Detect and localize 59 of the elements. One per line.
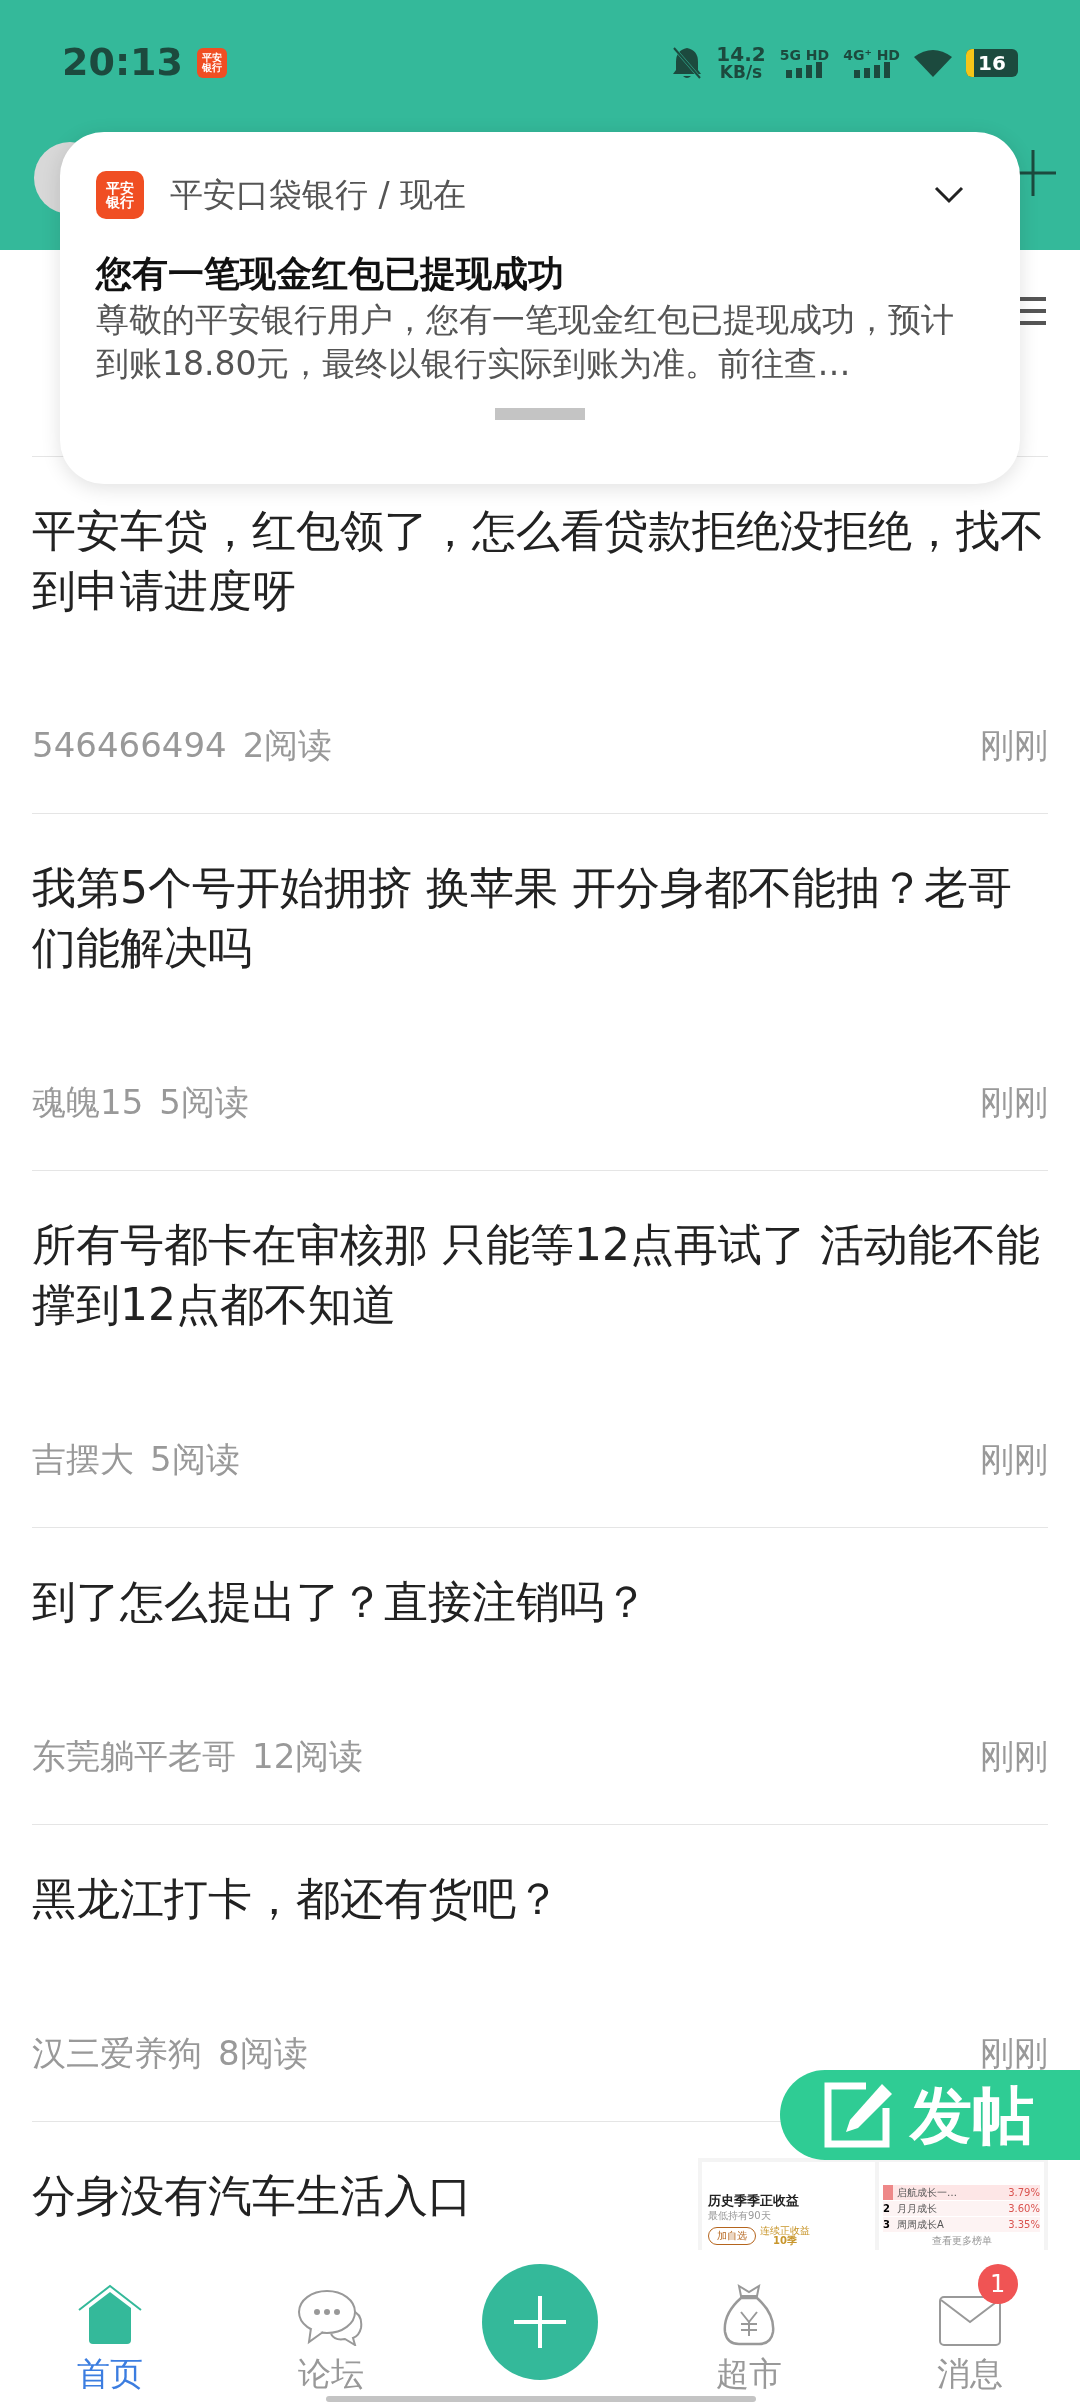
- fund-rate: 3.35%: [1008, 2218, 1040, 2232]
- rank-medal-icon: [883, 2185, 893, 2200]
- post-author: 546466494: [32, 725, 227, 765]
- read-count: 2阅读: [242, 725, 333, 765]
- rank-number: 3: [883, 2218, 891, 2232]
- bell-off-icon: [672, 45, 703, 80]
- post-author: 东莞躺平老哥: [32, 1736, 236, 1776]
- drag-handle[interactable]: [495, 407, 585, 420]
- status-time: 20:13: [62, 39, 183, 86]
- post-author: 汉三爱养狗: [32, 2033, 202, 2073]
- app-logo: 平安 银行: [96, 170, 144, 219]
- rank-number: 2: [883, 2202, 891, 2216]
- notification-card[interactable]: 平安 银行 平安口袋银行 / 现在 您有一笔现金红包已提现成功 尊敬的平安银行用户，您有一笔现金红包已提现成功，预计到账18.80元，最终以银行实际到账为准。前往查…: [60, 132, 1020, 484]
- edit-icon: [824, 2082, 894, 2148]
- ad-title: 历史季季正收益: [708, 2193, 800, 2210]
- post-author: 吉摆大: [32, 1439, 134, 1479]
- net-speed: 14.2: [716, 44, 766, 64]
- post-title[interactable]: 黑龙江打卡，都还有货吧？: [32, 1869, 1048, 1929]
- network-label: 5G HD: [779, 47, 830, 62]
- ad-banner[interactable]: 历史季季正收益 最低持有90天 加自选 连续正收益 10季 启航成长一… 3.79% 2 月月成长 3.60% 3 周周成长A 3.35% 查看更多榜单: [698, 2158, 1048, 2250]
- fund-name: 启航成长一…: [897, 2186, 958, 2200]
- network-label: 4G⁺ HD: [843, 47, 900, 62]
- read-count: 5阅读: [150, 1439, 240, 1479]
- post-title[interactable]: 分身没有汽车生活入口: [32, 2166, 678, 2226]
- wifi-icon: [914, 48, 952, 77]
- read-count: 12阅读: [252, 1736, 364, 1776]
- home-icon: [77, 2284, 144, 2346]
- unread-badge: 1: [977, 2264, 1018, 2304]
- fund-rate: 3.79%: [1008, 2186, 1040, 2200]
- signal-icon: [853, 61, 890, 78]
- mail-icon: [938, 2296, 1001, 2346]
- post-time: 刚刚: [980, 1439, 1048, 1479]
- plus-icon: [482, 2264, 598, 2380]
- post-time: 刚刚: [980, 2033, 1048, 2073]
- notification-body: 尊敬的平安银行用户，您有一笔现金红包已提现成功，预计到账18.80元，最终以银行实际到账为准。前往查…: [96, 298, 955, 385]
- post-title[interactable]: 我第5个号开始拥挤 换苹果 开分身都不能抽？老哥们能解决吗: [32, 858, 1048, 978]
- read-count: 8阅读: [218, 2033, 308, 2073]
- chevron-down-icon[interactable]: [934, 185, 964, 204]
- notification-title: 您有一笔现金红包已提现成功: [96, 251, 565, 296]
- battery-level: 16: [978, 49, 1006, 77]
- signal-icon: [786, 61, 823, 78]
- badge-label: 连续正收益: [760, 2226, 810, 2236]
- post-author: 魂魄15: [32, 1082, 144, 1122]
- fund-rate: 3.60%: [1008, 2202, 1040, 2216]
- post-time: 刚刚: [980, 1082, 1048, 1122]
- badge-value: 10季: [773, 2236, 797, 2246]
- post-title[interactable]: 平安车贷，红包领了，怎么看贷款拒绝没拒绝，找不到申请进度呀: [32, 501, 1048, 621]
- post-time: 刚刚: [980, 725, 1048, 765]
- app-logo: 平安 银行: [196, 47, 227, 78]
- read-count: 5阅读: [159, 1082, 249, 1122]
- net-speed-unit: KB/s: [719, 64, 763, 81]
- post-time: 刚刚: [980, 1736, 1048, 1776]
- post-title[interactable]: 到了怎么提出了？直接注销吗？: [32, 1572, 1048, 1632]
- fund-name: 月月成长: [897, 2202, 938, 2216]
- nav-tab[interactable]: 首页: [40, 2264, 181, 2394]
- fund-name: 周周成长A: [897, 2218, 945, 2232]
- ad-subtitle: 最低持有90天: [708, 2209, 772, 2222]
- post-title[interactable]: 所有号都卡在审核那 只能等12点再试了 活动能不能撑到12点都不知道: [32, 1215, 1048, 1335]
- notification-app: 平安口袋银行 / 现在: [170, 174, 468, 216]
